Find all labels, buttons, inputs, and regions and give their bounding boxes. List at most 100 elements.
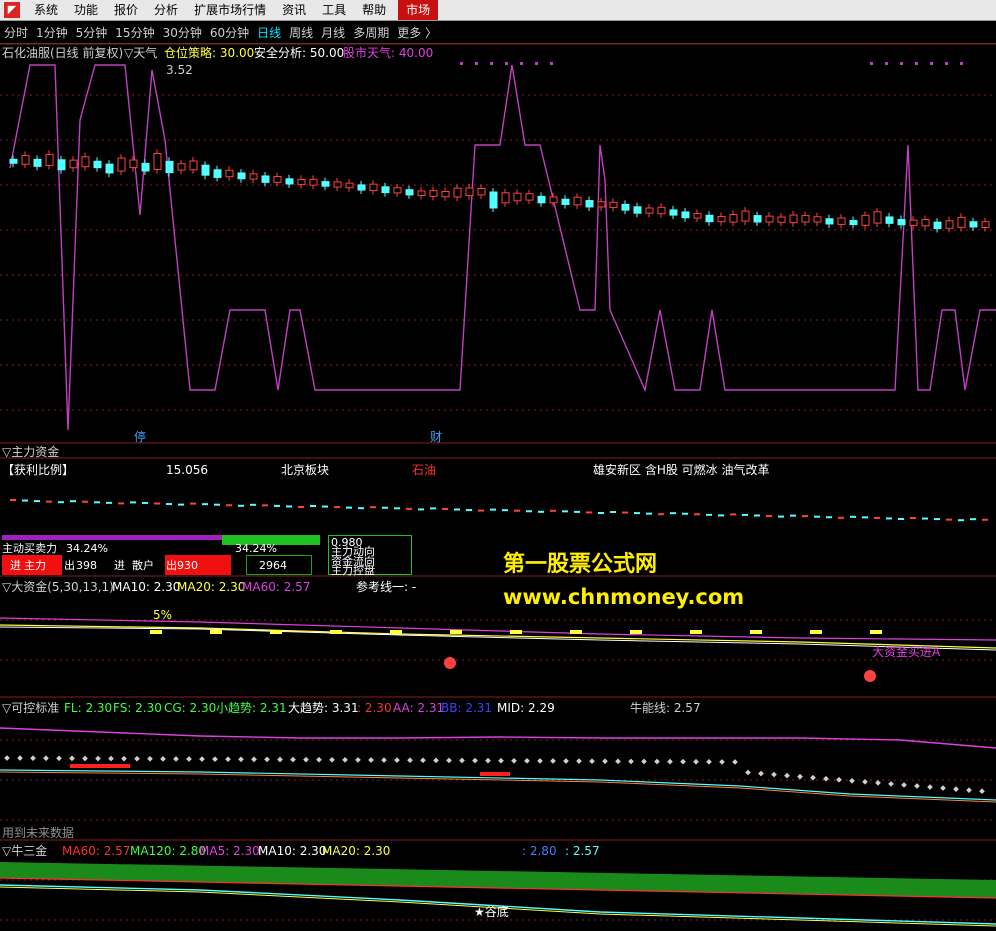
niusanjin-ma120: MA120: 2.80 xyxy=(130,844,207,858)
trend-dot xyxy=(56,755,62,762)
trend-dot xyxy=(862,779,868,785)
candle-body xyxy=(105,163,114,174)
candle-body xyxy=(117,157,126,172)
fund-candle xyxy=(358,507,364,510)
main-out-value: 398 xyxy=(76,559,97,572)
trend-dot xyxy=(446,757,452,764)
trend-dot xyxy=(472,757,478,764)
niusanjin-value-1: : 2.80 xyxy=(522,844,557,858)
fund-candle xyxy=(346,506,352,509)
candle-body xyxy=(861,214,870,226)
zhuli-title[interactable]: ▽主力资金 xyxy=(2,445,59,459)
trend-dot xyxy=(95,755,101,762)
weather-dot xyxy=(915,62,918,65)
trend-dot xyxy=(17,755,23,761)
trend-dot xyxy=(524,758,530,764)
candle-body xyxy=(753,215,762,223)
niusanjin-title[interactable]: ▽牛三金 xyxy=(2,844,47,858)
candle-body xyxy=(237,172,246,180)
fund-candle xyxy=(454,508,460,511)
candle-body xyxy=(453,187,462,198)
candle-body xyxy=(681,211,690,219)
trend-dot xyxy=(43,755,49,762)
weather-dot xyxy=(475,62,478,65)
fund-candle xyxy=(550,509,556,512)
fund-candle xyxy=(58,501,64,504)
fund-candle xyxy=(610,511,616,513)
fund-candle xyxy=(418,508,424,511)
kekong-mid: MID: 2.29 xyxy=(497,701,555,715)
fund-bar xyxy=(210,630,222,634)
fund-bar xyxy=(630,630,642,634)
trend-dot xyxy=(82,755,88,762)
candle-body xyxy=(189,160,198,171)
fund-candle xyxy=(226,504,232,507)
trend-dot xyxy=(121,755,127,762)
kekong-cg: CG: 2.30 xyxy=(164,701,217,715)
fund-bar xyxy=(150,630,162,634)
fund-candle xyxy=(538,510,544,513)
high-price-label: 3.52 xyxy=(166,63,193,77)
fund-candle xyxy=(910,517,916,519)
candle-body xyxy=(405,189,414,196)
candle-body xyxy=(81,156,90,168)
trend-dot xyxy=(797,773,803,780)
candle-body xyxy=(201,164,210,176)
candle-body xyxy=(777,216,786,223)
fund-candle xyxy=(946,518,952,521)
candle-body xyxy=(309,178,318,186)
trend-dot xyxy=(875,780,881,786)
main-out-label: 出 xyxy=(64,559,75,572)
market-weather: 股市天气: 40.00 xyxy=(343,46,434,60)
trend-dot xyxy=(485,757,491,764)
fund-candle xyxy=(82,500,88,503)
candle-body xyxy=(537,195,546,204)
candle-body xyxy=(429,190,438,197)
fund-candle xyxy=(238,504,244,507)
candle-body xyxy=(645,207,654,214)
fund-candle xyxy=(502,509,508,512)
percent-label: 5% xyxy=(153,608,173,622)
trend-dot xyxy=(394,757,400,763)
candle-body xyxy=(981,221,990,228)
candle-body xyxy=(297,178,306,186)
candle-body xyxy=(129,159,138,169)
niusanjin-value-2: : 2.57 xyxy=(565,844,600,858)
fund-candle xyxy=(490,508,496,511)
fund-candle xyxy=(166,503,172,506)
candle-body xyxy=(885,216,894,224)
candle-body xyxy=(945,220,954,229)
candle-body xyxy=(489,191,498,209)
candle-body xyxy=(177,163,186,171)
buy-signal-icon xyxy=(864,670,876,682)
candle-body xyxy=(633,206,642,214)
candle-body xyxy=(657,206,666,215)
suspend-marker[interactable]: 停 xyxy=(134,430,146,444)
kekong-title[interactable]: ▽可控标准 xyxy=(2,701,59,715)
fund-candle xyxy=(970,518,976,521)
trend-dot xyxy=(602,758,608,765)
weather-indicator-name[interactable]: ▽天气 xyxy=(124,46,157,60)
candle-body xyxy=(381,186,390,194)
kekong-bull-line: 牛能线: 2.57 xyxy=(630,701,701,715)
candle-body xyxy=(705,214,714,223)
finance-marker[interactable]: 财 xyxy=(430,430,442,444)
chart-canvas[interactable] xyxy=(0,0,996,931)
weather-dot xyxy=(870,62,873,65)
trend-dot xyxy=(537,758,543,764)
fund-candle xyxy=(382,506,388,509)
kekong-big-trend: 大趋势: 3.31 xyxy=(288,701,359,715)
trend-dot xyxy=(381,757,387,763)
dazijin-title[interactable]: ▽大资金(5,30,13,1) xyxy=(2,580,114,594)
trend-dot xyxy=(147,755,153,762)
trend-dot xyxy=(30,755,36,761)
kekong-fl: FL: 2.30 xyxy=(64,701,113,715)
weather-dot xyxy=(550,62,553,65)
candle-body xyxy=(357,184,366,191)
kekong-value-1: : 2.30 xyxy=(357,701,392,715)
kekong-aa: AA: 2.31 xyxy=(393,701,445,715)
candle-body xyxy=(897,219,906,226)
main-in-label: 进 xyxy=(10,559,21,572)
concept-sectors: 雄安新区 含H股 可燃冰 油气改革 xyxy=(593,463,770,477)
kekong-small-trend: 小趋势: 2.31 xyxy=(216,701,287,715)
